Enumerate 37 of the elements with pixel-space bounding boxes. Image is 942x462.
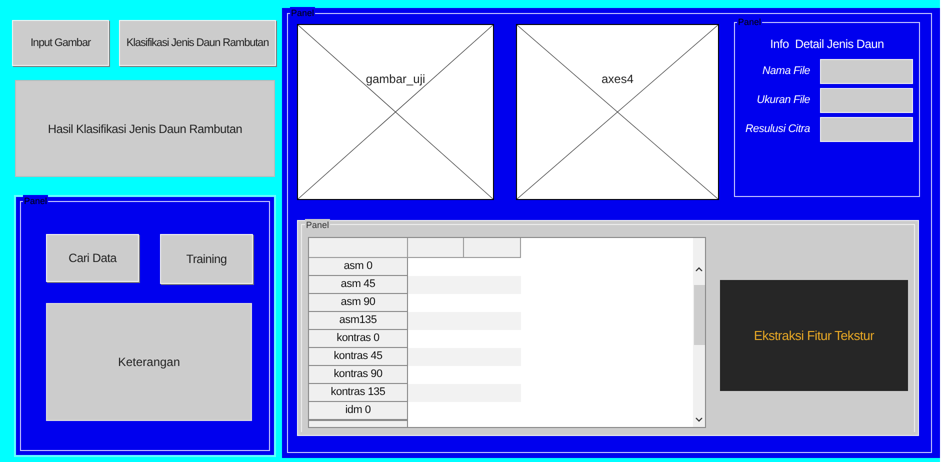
extract-button[interactable]: Ekstraksi Fitur Tekstur: [720, 280, 908, 391]
info-box: Keterangan: [46, 303, 252, 421]
header-cell: [464, 238, 521, 258]
table-cell: [408, 312, 464, 330]
field-label: Ukuran File: [756, 93, 810, 108]
row-header: asm135: [309, 312, 408, 330]
panel-title: Panel: [737, 16, 762, 28]
input-field[interactable]: [820, 88, 913, 113]
header-cell: [408, 238, 464, 258]
row-header: asm 90: [309, 294, 408, 312]
field-label: Nama File: [762, 64, 810, 80]
input-field[interactable]: [820, 59, 913, 84]
row-header: asm 45: [309, 276, 408, 294]
field-label: Resulusi Citra: [745, 122, 810, 138]
toolbar-button[interactable]: Input Gambar: [12, 20, 109, 66]
table-cell: [408, 348, 464, 366]
row-header: asm 0: [309, 258, 408, 276]
result-box: Hasil Klasifikasi Jenis Daun Rambutan: [15, 80, 275, 177]
row-header: kontras 135: [309, 384, 408, 402]
row-header: kontras 0: [309, 330, 408, 348]
scrollbar[interactable]: [693, 238, 705, 427]
table-cell: [408, 384, 464, 402]
info-heading: Info Detail Jenis Daun: [770, 36, 884, 53]
panel-title: Panel: [23, 195, 48, 207]
panel-title: Panel: [305, 219, 330, 231]
action-button[interactable]: Training: [160, 234, 253, 284]
scroll-thumb[interactable]: [694, 284, 704, 344]
panel-title: Panel: [290, 7, 316, 19]
row-header: kontras 45: [309, 348, 408, 366]
row-header: idm 0: [309, 402, 408, 420]
action-button[interactable]: Cari Data: [46, 234, 139, 282]
input-field[interactable]: [820, 117, 913, 142]
axes-label: gambar_uji: [364, 71, 426, 88]
row-header: kontras 90: [309, 366, 408, 384]
axes-label: axes4: [600, 71, 635, 88]
table-cell: [408, 276, 464, 294]
toolbar-button[interactable]: Klasifikasi Jenis Daun Rambutan: [119, 20, 276, 66]
